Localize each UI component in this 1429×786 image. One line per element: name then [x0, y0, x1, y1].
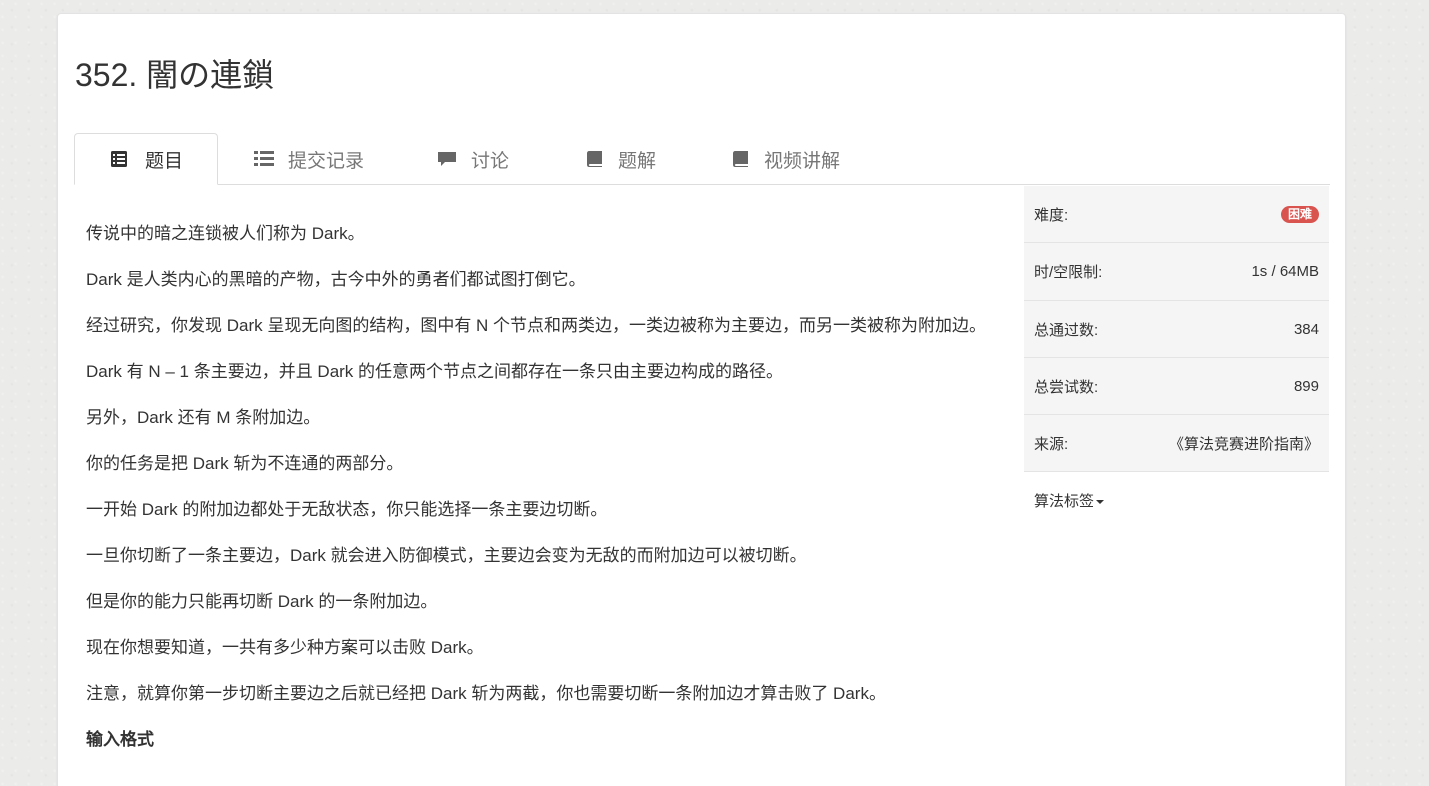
- tab-problem[interactable]: 题目: [74, 133, 218, 185]
- difficulty-row: 难度: 困难: [1024, 186, 1329, 243]
- description-paragraph: 注意，就算你第一步切断主要边之后就已经把 Dark 斩为两截，你也需要切断一条附…: [86, 684, 886, 703]
- problem-tabs: 题目 提交记录 讨论 题解 视频讲解: [74, 133, 1330, 185]
- tags-label: 算法标签: [1034, 493, 1095, 510]
- problem-info-sidebar: 难度: 困难 时/空限制: 1s / 64MB 总通过数: 384 总尝试数: …: [1024, 186, 1329, 529]
- difficulty-label: 难度:: [1034, 206, 1069, 224]
- description-paragraph: 现在你想要知道，一共有多少种方案可以击败 Dark。: [86, 638, 484, 657]
- tab-discussion[interactable]: 讨论: [437, 133, 509, 185]
- difficulty-badge: 困难: [1280, 205, 1319, 223]
- accepted-row: 总通过数: 384: [1024, 301, 1329, 358]
- tab-solutions[interactable]: 题解: [584, 133, 656, 185]
- tab-label: 提交记录: [288, 150, 365, 172]
- description-paragraph: 传说中的暗之连锁被人们称为 Dark。: [86, 224, 365, 243]
- list-alt-icon: [109, 149, 129, 169]
- accepted-value: 384: [1293, 320, 1319, 338]
- description-paragraph: 一开始 Dark 的附加边都处于无敌状态，你只能选择一条主要边切断。: [86, 500, 608, 519]
- tab-label: 讨论: [471, 150, 510, 172]
- algorithm-tags-dropdown[interactable]: 算法标签: [1034, 490, 1105, 511]
- accepted-label: 总通过数:: [1034, 321, 1099, 339]
- description-paragraph: 一旦你切断了一条主要边，Dark 就会进入防御模式，主要边会变为无敌的而附加边可…: [86, 546, 807, 565]
- source-row: 来源: 《算法竞赛进阶指南》: [1024, 415, 1329, 472]
- book-icon: [730, 149, 750, 169]
- description-paragraph: Dark 是人类内心的黑暗的产物，古今中外的勇者们都试图打倒它。: [86, 270, 586, 289]
- input-format-heading: 输入格式: [86, 730, 154, 749]
- list-icon: [254, 149, 274, 169]
- tab-label: 题目: [144, 150, 183, 172]
- attempts-value: 899: [1293, 377, 1319, 395]
- comment-icon: [437, 149, 457, 169]
- attempts-row: 总尝试数: 899: [1024, 358, 1329, 415]
- caret-down-icon: [1096, 500, 1105, 505]
- problem-description: 传说中的暗之连锁被人们称为 Dark。 Dark 是人类内心的黑暗的产物，古今中…: [86, 221, 1006, 753]
- tab-label: 视频讲解: [764, 150, 841, 172]
- page-title: 352. 闇の連鎖: [75, 57, 275, 93]
- source-value[interactable]: 《算法竞赛进阶指南》: [1169, 433, 1319, 454]
- tags-row: 算法标签: [1024, 472, 1329, 529]
- description-paragraph: Dark 有 N – 1 条主要边，并且 Dark 的任意两个节点之间都存在一条…: [86, 362, 784, 381]
- description-paragraph: 经过研究，你发现 Dark 呈现无向图的结构，图中有 N 个节点和两类边，一类边…: [86, 316, 987, 335]
- source-label: 来源:: [1034, 435, 1069, 453]
- description-paragraph: 但是你的能力只能再切断 Dark 的一条附加边。: [86, 592, 438, 611]
- limit-row: 时/空限制: 1s / 64MB: [1024, 243, 1329, 301]
- description-paragraph: 你的任务是把 Dark 斩为不连通的两部分。: [86, 454, 404, 473]
- limit-label: 时/空限制:: [1034, 264, 1103, 281]
- tab-label: 题解: [618, 150, 657, 172]
- tab-video-solutions[interactable]: 视频讲解: [730, 133, 840, 185]
- description-paragraph: 另外，Dark 还有 M 条附加边。: [86, 408, 321, 427]
- tab-submissions[interactable]: 提交记录: [254, 133, 364, 185]
- book-icon: [584, 149, 604, 169]
- attempts-label: 总尝试数:: [1034, 378, 1099, 396]
- problem-panel: 352. 闇の連鎖 题目 提交记录 讨论 题解 视频讲解 传说中的暗之连锁被人们…: [57, 13, 1346, 786]
- limit-value: 1s / 64MB: [1251, 263, 1319, 280]
